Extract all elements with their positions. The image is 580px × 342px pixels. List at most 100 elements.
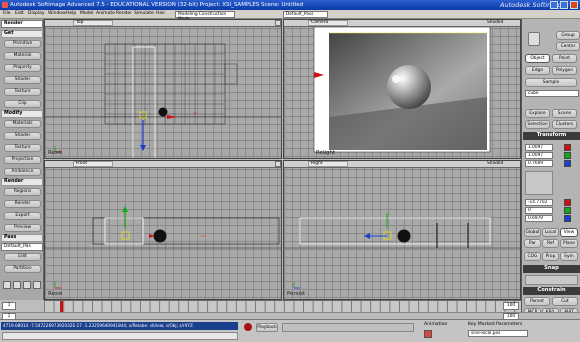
menu-animate[interactable]: Animate xyxy=(96,11,115,16)
menu-simulate[interactable]: Simulate xyxy=(134,11,154,16)
viewport-right[interactable]: Right Shaded Persist xyxy=(283,160,521,300)
selection-button[interactable]: Selection xyxy=(525,120,550,129)
timeline-end-field[interactable]: 100 xyxy=(503,302,519,310)
minimize-button[interactable] xyxy=(550,1,558,9)
primitive-button[interactable]: Primitive xyxy=(4,40,41,48)
polygon-button[interactable]: Polygon xyxy=(552,66,577,75)
menu-file[interactable]: File xyxy=(3,11,11,16)
render-button[interactable]: Render xyxy=(4,200,41,208)
explore-button[interactable]: Explore xyxy=(525,109,550,118)
viewport-camera-mode[interactable]: Shaded xyxy=(487,20,503,26)
cog-button[interactable]: COG xyxy=(524,252,541,261)
menu-edit[interactable]: Edit xyxy=(15,11,24,16)
center-button[interactable]: Center xyxy=(556,42,580,51)
viewport-right-title[interactable]: Right xyxy=(308,161,348,167)
tool-icon-3[interactable] xyxy=(23,281,31,289)
plane-button[interactable]: Plane xyxy=(560,239,578,248)
script-command-line[interactable] xyxy=(2,332,238,340)
viewport-camera[interactable]: Camera Shaded Relight xyxy=(283,19,521,159)
local-button[interactable]: Local xyxy=(542,228,559,237)
menu-model[interactable]: Model xyxy=(80,11,94,16)
timeline[interactable] xyxy=(44,300,521,313)
cut-button[interactable]: Cut xyxy=(552,297,578,306)
key-field[interactable]: sine-local.pos xyxy=(468,330,528,337)
scale-z-field[interactable]: 0.7609 xyxy=(525,160,553,167)
texture-button[interactable]: Texture xyxy=(4,88,41,96)
clusters-button[interactable]: Clusters xyxy=(552,120,577,129)
section-modify[interactable]: Modify xyxy=(1,110,43,118)
point-button[interactable]: Point xyxy=(552,54,577,63)
object-button[interactable]: Object xyxy=(525,54,550,63)
sym-button[interactable]: Sym xyxy=(560,252,578,261)
regions-button[interactable]: Regions xyxy=(4,188,41,196)
pass-field[interactable]: Default_Pas xyxy=(1,243,43,251)
snap-options[interactable] xyxy=(525,275,578,285)
maximize-button[interactable] xyxy=(560,1,568,9)
section-get[interactable]: Get xyxy=(1,30,43,38)
sample-button[interactable]: Sample xyxy=(525,78,577,87)
scale-x-field[interactable]: 1.0097 xyxy=(525,144,553,151)
menu-render[interactable]: Render xyxy=(116,11,132,16)
clip-button[interactable]: Clip xyxy=(4,100,41,108)
rotate-fields[interactable] xyxy=(525,171,553,195)
scale-y-field[interactable]: 1.0097 xyxy=(525,152,553,159)
menu-hair[interactable]: Hair xyxy=(156,11,165,16)
tool-icon-1[interactable] xyxy=(3,281,11,289)
playback-controls[interactable] xyxy=(282,323,414,332)
par-button[interactable]: Par xyxy=(524,239,541,248)
global-button[interactable]: Global xyxy=(524,228,541,237)
partition-button[interactable]: Partition xyxy=(4,265,41,273)
modify-texture-button[interactable]: Texture xyxy=(4,144,41,152)
viewport-top[interactable]: Top ~ Res≋ xyxy=(44,19,282,159)
scale-y-swatch xyxy=(564,152,571,159)
prop-button[interactable]: Prop xyxy=(542,252,559,261)
translate-x-field[interactable]: -14.7702 xyxy=(525,199,553,206)
module-selector[interactable]: Render xyxy=(1,20,43,28)
viewport-camera-title[interactable]: Camera xyxy=(308,20,348,26)
materials-button[interactable]: Materials xyxy=(4,120,41,128)
window-title-bar: Autodesk Softimage Advanced 7.5 - EDUCAT… xyxy=(0,0,580,10)
edit-pass-button[interactable]: Edit xyxy=(4,253,41,261)
parent-button[interactable]: Parent xyxy=(524,297,550,306)
tool-icon-2[interactable] xyxy=(13,281,21,289)
viewport-top-title[interactable]: Top xyxy=(73,20,113,26)
viewport-front-maximize-icon[interactable] xyxy=(275,161,281,167)
shader-button[interactable]: Shader xyxy=(4,76,41,84)
record-icon[interactable] xyxy=(244,323,252,331)
menu-display[interactable]: Display xyxy=(28,11,45,16)
section-render[interactable]: Render xyxy=(1,178,43,186)
construction-mode-select[interactable]: Modeling Construction Mode xyxy=(175,11,235,22)
group-button[interactable]: Group xyxy=(556,31,580,40)
menu-window[interactable]: Window xyxy=(48,11,66,16)
ref-button[interactable]: Ref xyxy=(542,239,559,248)
selection-arrow-icon[interactable] xyxy=(528,32,540,46)
property-button[interactable]: Property xyxy=(4,64,41,72)
timeline-start-field[interactable]: 1 xyxy=(2,302,16,310)
projection-button[interactable]: Projection xyxy=(4,156,41,164)
material-button[interactable]: Material xyxy=(4,52,41,60)
viewport-right-mode[interactable]: Shaded xyxy=(487,161,503,167)
section-pass[interactable]: Pass xyxy=(1,234,43,242)
key-marked-label[interactable]: Key Marked Parameters xyxy=(468,322,522,327)
viewport-top-maximize-icon[interactable] xyxy=(275,20,281,26)
edge-button[interactable]: Edge xyxy=(525,66,550,75)
playback-button[interactable]: Playback xyxy=(256,323,278,332)
key-icon[interactable] xyxy=(424,330,432,338)
view-button[interactable]: View xyxy=(560,228,578,237)
animation-label[interactable]: Animation xyxy=(424,322,447,327)
translate-z-field[interactable]: 0.6979 xyxy=(525,215,553,222)
close-button[interactable] xyxy=(570,1,578,9)
pass-select[interactable]: Default_Pass xyxy=(283,11,328,18)
object-name-field[interactable]: cube xyxy=(525,90,579,97)
ambience-button[interactable]: Ambience xyxy=(4,168,41,176)
translate-y-field[interactable]: 0 xyxy=(525,207,553,214)
export-button[interactable]: Export xyxy=(4,212,41,220)
scene-button[interactable]: Scene xyxy=(552,109,577,118)
modify-shader-button[interactable]: Shader xyxy=(4,132,41,140)
preview-button[interactable]: Preview xyxy=(4,224,41,232)
viewport-front-title[interactable]: Front xyxy=(73,161,113,167)
time-range-slider[interactable]: 1 100 xyxy=(0,312,580,320)
tool-icon-4[interactable] xyxy=(33,281,41,289)
viewport-front[interactable]: Front ≈ Res≋ xyxy=(44,160,282,300)
menu-help[interactable]: Help xyxy=(66,11,76,16)
